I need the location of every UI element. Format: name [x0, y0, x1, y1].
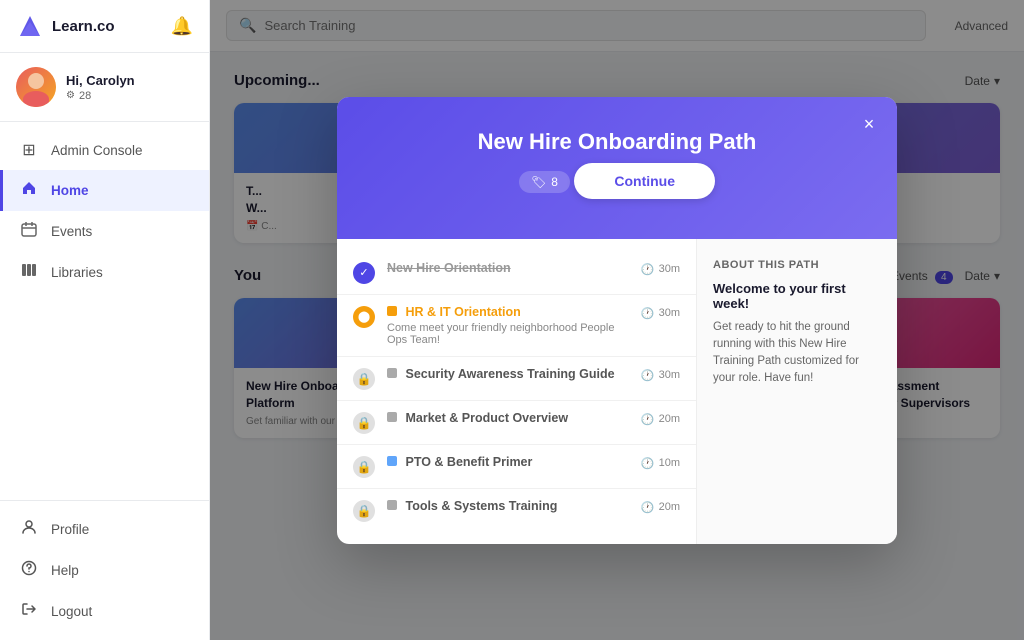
item-color-tag: [387, 500, 397, 510]
sidebar-item-libraries[interactable]: Libraries: [0, 252, 209, 293]
modal-title: New Hire Onboarding Path: [361, 129, 873, 155]
sidebar-item-events[interactable]: Events: [0, 211, 209, 252]
locked-icon: 🔒: [353, 500, 375, 522]
list-item[interactable]: ⬤ HR & IT Orientation Come meet your fri…: [337, 295, 696, 357]
logo-area[interactable]: Learn.co: [16, 12, 115, 40]
locked-icon: 🔒: [353, 456, 375, 478]
user-points: ⚙ 28: [66, 90, 193, 102]
user-info: Hi, Carolyn ⚙ 28: [66, 73, 193, 102]
user-greeting: Hi, Carolyn: [66, 73, 193, 88]
main-nav: ⊞ Admin Console Home Events Libraries: [0, 122, 209, 500]
avatar: [16, 67, 56, 107]
item-title: Market & Product Overview: [387, 411, 629, 425]
list-item[interactable]: ✓ New Hire Orientation 🕐 30m: [337, 251, 696, 295]
sidebar-item-label: Home: [51, 183, 89, 198]
clock-icon: 🕐: [641, 413, 655, 426]
item-color-tag: [387, 306, 397, 316]
item-duration: 🕐 30m: [641, 369, 680, 382]
modal-overlay[interactable]: × New Hire Onboarding Path 🏷 8 Continue …: [210, 0, 1024, 640]
avatar-image: [16, 67, 56, 107]
aside-title: ABOUT THIS PATH: [713, 259, 881, 271]
item-title: Tools & Systems Training: [387, 499, 629, 513]
item-title: HR & IT Orientation: [387, 305, 629, 319]
user-area: Hi, Carolyn ⚙ 28: [0, 53, 209, 122]
clock-icon: 🕐: [641, 369, 655, 382]
modal-aside: ABOUT THIS PATH Welcome to your first we…: [697, 239, 897, 544]
item-sub: Come meet your friendly neighborhood Peo…: [387, 322, 629, 346]
item-title: Security Awareness Training Guide: [387, 367, 629, 381]
item-duration: 🕐 30m: [641, 263, 680, 276]
sidebar-item-help[interactable]: Help: [0, 550, 209, 591]
modal-header: × New Hire Onboarding Path 🏷 8 Continue: [337, 97, 897, 239]
sidebar-item-label: Help: [51, 563, 79, 578]
main-content: 🔍 Advanced Upcoming... Date ▾ T...W... 📅…: [210, 0, 1024, 640]
sidebar-item-label: Libraries: [51, 265, 103, 280]
help-icon: [19, 560, 39, 581]
clock-icon: 🕐: [641, 307, 655, 320]
aside-text: Get ready to hit the ground running with…: [713, 319, 881, 388]
events-icon: [19, 221, 39, 242]
sidebar-item-admin-console[interactable]: ⊞ Admin Console: [0, 130, 209, 170]
aside-highlight: Welcome to your first week!: [713, 281, 881, 311]
sidebar-item-label: Events: [51, 224, 92, 239]
sidebar-item-label: Profile: [51, 522, 89, 537]
sidebar-item-logout[interactable]: Logout: [0, 591, 209, 632]
item-content: Market & Product Overview: [387, 411, 629, 428]
locked-icon: 🔒: [353, 412, 375, 434]
list-item[interactable]: 🔒 PTO & Benefit Primer 🕐 10m: [337, 445, 696, 489]
list-item[interactable]: 🔒 Tools & Systems Training 🕐 20m: [337, 489, 696, 532]
list-item[interactable]: 🔒 Market & Product Overview 🕐 20m: [337, 401, 696, 445]
clock-icon: 🕐: [641, 501, 655, 514]
item-duration: 🕐 20m: [641, 501, 680, 514]
item-color-tag: [387, 456, 397, 466]
item-color-tag: [387, 368, 397, 378]
grid-icon: ⊞: [19, 140, 39, 160]
modal-badge: 🏷 8: [519, 171, 570, 193]
course-list: ✓ New Hire Orientation 🕐 30m ⬤: [337, 239, 697, 544]
item-duration: 🕐 10m: [641, 457, 680, 470]
tag-icon: 🏷: [531, 175, 546, 189]
modal-continue-button[interactable]: Continue: [574, 163, 715, 199]
item-content: Security Awareness Training Guide: [387, 367, 629, 384]
modal-body: ✓ New Hire Orientation 🕐 30m ⬤: [337, 239, 897, 544]
sidebar-item-label: Admin Console: [51, 143, 143, 158]
bell-icon[interactable]: 🔔: [171, 16, 193, 37]
item-content: HR & IT Orientation Come meet your frien…: [387, 305, 629, 346]
logout-icon: [19, 601, 39, 622]
item-title: New Hire Orientation: [387, 261, 629, 275]
sidebar: Learn.co 🔔 Hi, Carolyn ⚙ 28 ⊞ Admin Cons…: [0, 0, 210, 640]
item-content: PTO & Benefit Primer: [387, 455, 629, 472]
list-item[interactable]: 🔒 Security Awareness Training Guide 🕐 30…: [337, 357, 696, 401]
modal-close-button[interactable]: ×: [855, 111, 883, 139]
modal: × New Hire Onboarding Path 🏷 8 Continue …: [337, 97, 897, 544]
completed-icon: ✓: [353, 262, 375, 284]
logo-text: Learn.co: [52, 18, 115, 35]
item-duration: 🕐 30m: [641, 307, 680, 320]
active-icon: ⬤: [353, 306, 375, 328]
clock-icon: 🕐: [641, 457, 655, 470]
item-content: New Hire Orientation: [387, 261, 629, 278]
sidebar-bottom-nav: Profile Help Logout: [0, 500, 209, 640]
gear-icon: ⚙: [66, 90, 75, 101]
sidebar-item-label: Logout: [51, 604, 92, 619]
item-color-tag: [387, 412, 397, 422]
logo-icon: [16, 12, 44, 40]
profile-icon: [19, 519, 39, 540]
home-icon: [19, 180, 39, 201]
locked-icon: 🔒: [353, 368, 375, 390]
sidebar-item-profile[interactable]: Profile: [0, 509, 209, 550]
item-content: Tools & Systems Training: [387, 499, 629, 516]
item-duration: 🕐 20m: [641, 413, 680, 426]
item-title: PTO & Benefit Primer: [387, 455, 629, 469]
clock-icon: 🕐: [641, 263, 655, 276]
badge-count: 8: [551, 175, 558, 189]
sidebar-header: Learn.co 🔔: [0, 0, 209, 53]
sidebar-item-home[interactable]: Home: [0, 170, 209, 211]
libraries-icon: [19, 262, 39, 283]
